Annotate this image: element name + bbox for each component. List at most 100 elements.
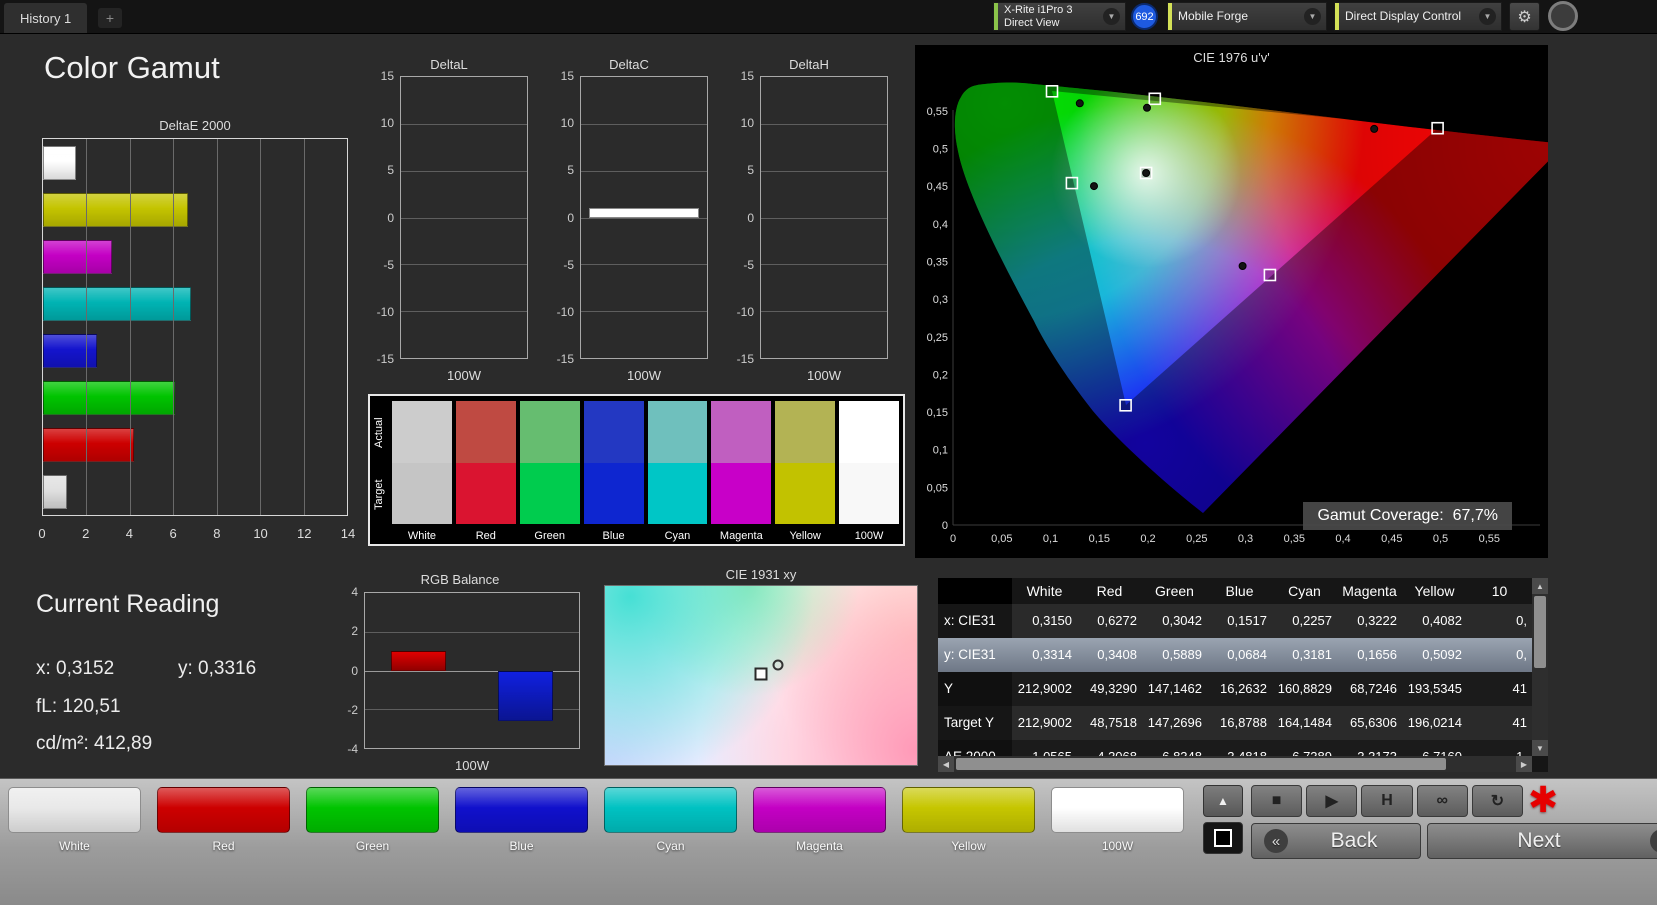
deltaL-plot (400, 76, 528, 359)
swatch-column-cyan (648, 401, 708, 524)
y-tick-label: 0 (942, 520, 948, 532)
table-cell: 164,1484 (1272, 706, 1337, 740)
tab-history-1[interactable]: History 1 (4, 3, 87, 33)
swatch-panel: Actual Target WhiteRedGreenBlueCyanMagen… (368, 394, 905, 546)
gridline (581, 124, 707, 125)
y-tick-label: -5 (563, 258, 574, 272)
table-cell: 0, (1467, 604, 1532, 638)
horizontal-scrollbar[interactable]: ◀ ▶ (938, 756, 1532, 772)
deltaE-bar-magenta (43, 240, 112, 274)
swatch-label: Cyan (648, 530, 708, 542)
patch-label: Yellow (902, 839, 1035, 853)
page-title: Color Gamut (44, 50, 220, 86)
deltaL-chart: DeltaL 151050-5-10-15 100W (368, 57, 530, 387)
scroll-left-icon[interactable]: ◀ (938, 756, 954, 772)
patch-swatch (604, 787, 737, 833)
x-tick-label: 0 (950, 533, 956, 545)
top-bar: History 1 + X-Rite i1Pro 3 Direct View ▼… (0, 0, 1657, 34)
patch-blue[interactable]: Blue (455, 787, 588, 853)
horizontal-scroll-thumb[interactable] (956, 758, 1446, 770)
table-cell: 1, (1467, 740, 1532, 756)
measured-marker-magenta (1239, 263, 1246, 270)
reading-y: y: 0,3316 (178, 658, 256, 680)
vertical-scrollbar[interactable]: ▲ ▼ (1532, 578, 1548, 756)
patch-white[interactable]: White (8, 787, 141, 853)
loop-icon: ∞ (1437, 792, 1448, 810)
swatch-actual-yellow (775, 401, 835, 463)
swatch-actual-red (456, 401, 516, 463)
swatch-column-magenta (711, 401, 771, 524)
table-cell: 0,5889 (1142, 638, 1207, 672)
patch-label: White (8, 839, 141, 853)
table-cell: 41 (1467, 672, 1532, 706)
column-header: Yellow (1402, 578, 1467, 604)
row-label: Target Y (938, 706, 1012, 740)
vertical-scroll-thumb[interactable] (1534, 596, 1546, 668)
table-cell: 6,7389 (1272, 740, 1337, 756)
swatch-target-magenta (711, 463, 771, 525)
add-tab-button[interactable]: + (98, 8, 122, 28)
patch-green[interactable]: Green (306, 787, 439, 853)
patch-yellow[interactable]: Yellow (902, 787, 1035, 853)
swatch-row-label-target: Target (373, 464, 389, 526)
collapse-button[interactable]: ▲ (1203, 785, 1243, 817)
deltaH-xlabel: 100W (760, 368, 888, 383)
target-marker-yellow (1149, 93, 1160, 104)
swatch-actual-blue (584, 401, 644, 463)
swatch-label: Green (520, 530, 580, 542)
deltaC-plot (580, 76, 708, 359)
hold-button[interactable]: H (1361, 785, 1412, 817)
x-tick-label: 6 (170, 526, 177, 541)
row-label: Y (938, 672, 1012, 706)
y-tick-label: -15 (737, 352, 754, 366)
table-cell: 212,9002 (1012, 672, 1077, 706)
back-button[interactable]: « Back (1251, 823, 1421, 859)
patch-cyan[interactable]: Cyan (604, 787, 737, 853)
gridline (173, 139, 174, 515)
gear-icon[interactable]: ⚙ (1509, 2, 1540, 31)
table-cell: 0,1517 (1207, 604, 1272, 638)
profile-circle-button[interactable] (1548, 1, 1578, 31)
refresh-button[interactable]: ↻ (1472, 785, 1523, 817)
chevron-down-icon: ▼ (1103, 8, 1120, 25)
patch-swatch (157, 787, 290, 833)
patch-100w[interactable]: 100W (1051, 787, 1184, 853)
table-cell: 68,7246 (1337, 672, 1402, 706)
x-tick-label: 0,55 (1479, 533, 1500, 545)
deltaH-plot (760, 76, 888, 359)
y-tick-label: -15 (557, 352, 574, 366)
gridline (130, 139, 131, 515)
gridline (401, 218, 527, 219)
gridline (304, 139, 305, 515)
patch-window-button[interactable] (1203, 822, 1243, 854)
scroll-down-icon[interactable]: ▼ (1532, 740, 1548, 756)
y-tick-label: -4 (347, 742, 358, 756)
swatch-target-red (456, 463, 516, 525)
loop-button[interactable]: ∞ (1417, 785, 1468, 817)
patch-magenta[interactable]: Magenta (753, 787, 886, 853)
y-tick-label: 0,3 (933, 294, 948, 306)
scroll-up-icon[interactable]: ▲ (1532, 578, 1548, 594)
display-label: Direct Display Control (1339, 10, 1479, 23)
patch-red[interactable]: Red (157, 787, 290, 853)
row-label: ΔE 2000 (938, 740, 1012, 756)
swatch-target-cyan (648, 463, 708, 525)
x-tick-label: 4 (126, 526, 133, 541)
source-dropdown[interactable]: Mobile Forge ▼ (1167, 2, 1327, 31)
next-button[interactable]: Next » (1427, 823, 1657, 859)
cie1976-diagram: 000,050,050,10,10,150,150,20,20,250,250,… (915, 63, 1548, 558)
y-tick-label: 15 (381, 69, 394, 83)
swatch-actual-magenta (711, 401, 771, 463)
deltaE2000-bars (43, 139, 347, 515)
scroll-right-icon[interactable]: ▶ (1516, 756, 1532, 772)
table-cell: 16,2632 (1207, 672, 1272, 706)
y-tick-label: 5 (747, 163, 754, 177)
meter-dropdown[interactable]: X-Rite i1Pro 3 Direct View ▼ (993, 2, 1126, 31)
stop-button[interactable]: ■ (1251, 785, 1302, 817)
patch-window-icon (1214, 829, 1232, 847)
swatch-columns (392, 401, 899, 524)
target-marker-blue (1120, 400, 1131, 411)
play-button[interactable]: ▶ (1306, 785, 1357, 817)
display-control-dropdown[interactable]: Direct Display Control ▼ (1334, 2, 1502, 31)
patch-label: 100W (1051, 839, 1184, 853)
